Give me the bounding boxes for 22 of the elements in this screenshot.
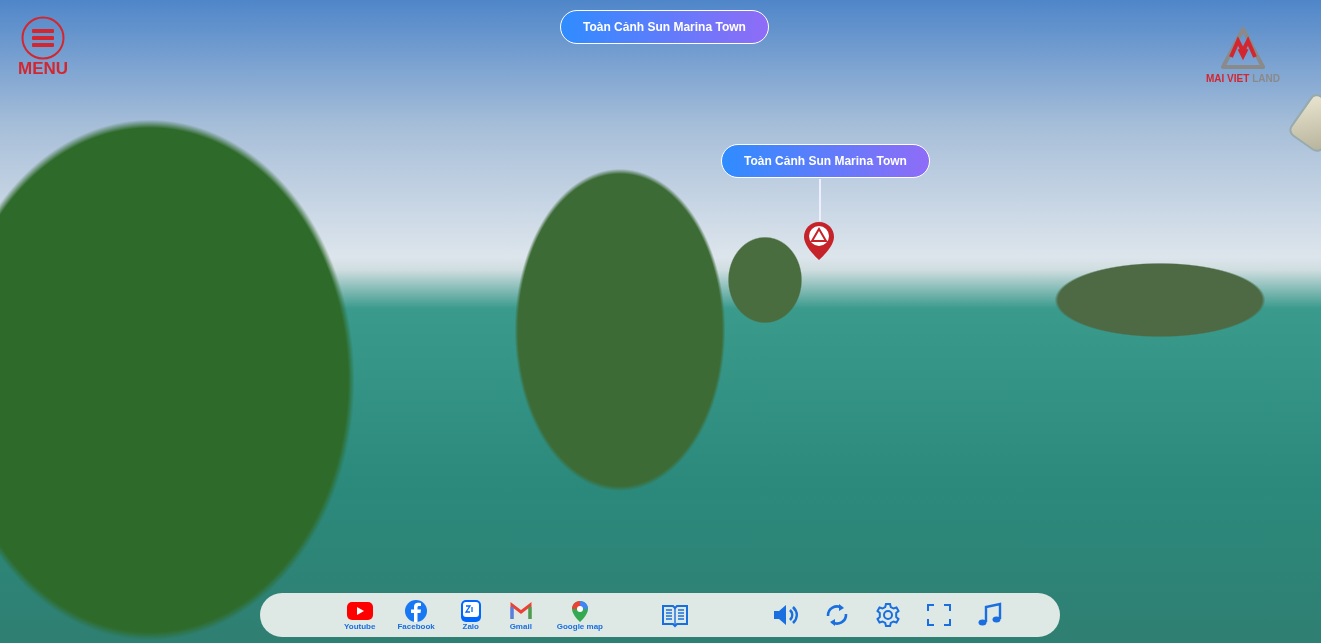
book-icon [661, 602, 689, 628]
social-link[interactable]: Zalo [456, 598, 485, 632]
brand-logo-icon [1218, 27, 1267, 71]
hotspot-label[interactable]: Toàn Cảnh Sun Marina Town [721, 144, 930, 178]
settings-button[interactable] [874, 602, 902, 628]
brand-name: MAI VIET LAND [1206, 72, 1280, 86]
social-link[interactable]: Facebook [397, 598, 435, 632]
settings-icon [874, 602, 902, 628]
music-note-icon [976, 602, 1004, 628]
speaker-icon [772, 602, 800, 628]
social-link[interactable]: Google map [556, 598, 603, 632]
location-pin-icon[interactable] [803, 221, 835, 261]
fullscreen-icon [925, 602, 953, 628]
social-link[interactable]: Youtube [344, 598, 376, 632]
book-button[interactable] [661, 602, 689, 628]
social-link[interactable]: Gmail [506, 598, 535, 632]
music-button[interactable] [976, 602, 1004, 628]
title-button[interactable]: Toàn Cảnh Sun Marina Town [560, 10, 769, 44]
sound-button[interactable] [772, 602, 800, 628]
leader-line [819, 179, 821, 221]
menu-icon [21, 16, 66, 60]
fullscreen-button[interactable] [925, 602, 953, 628]
